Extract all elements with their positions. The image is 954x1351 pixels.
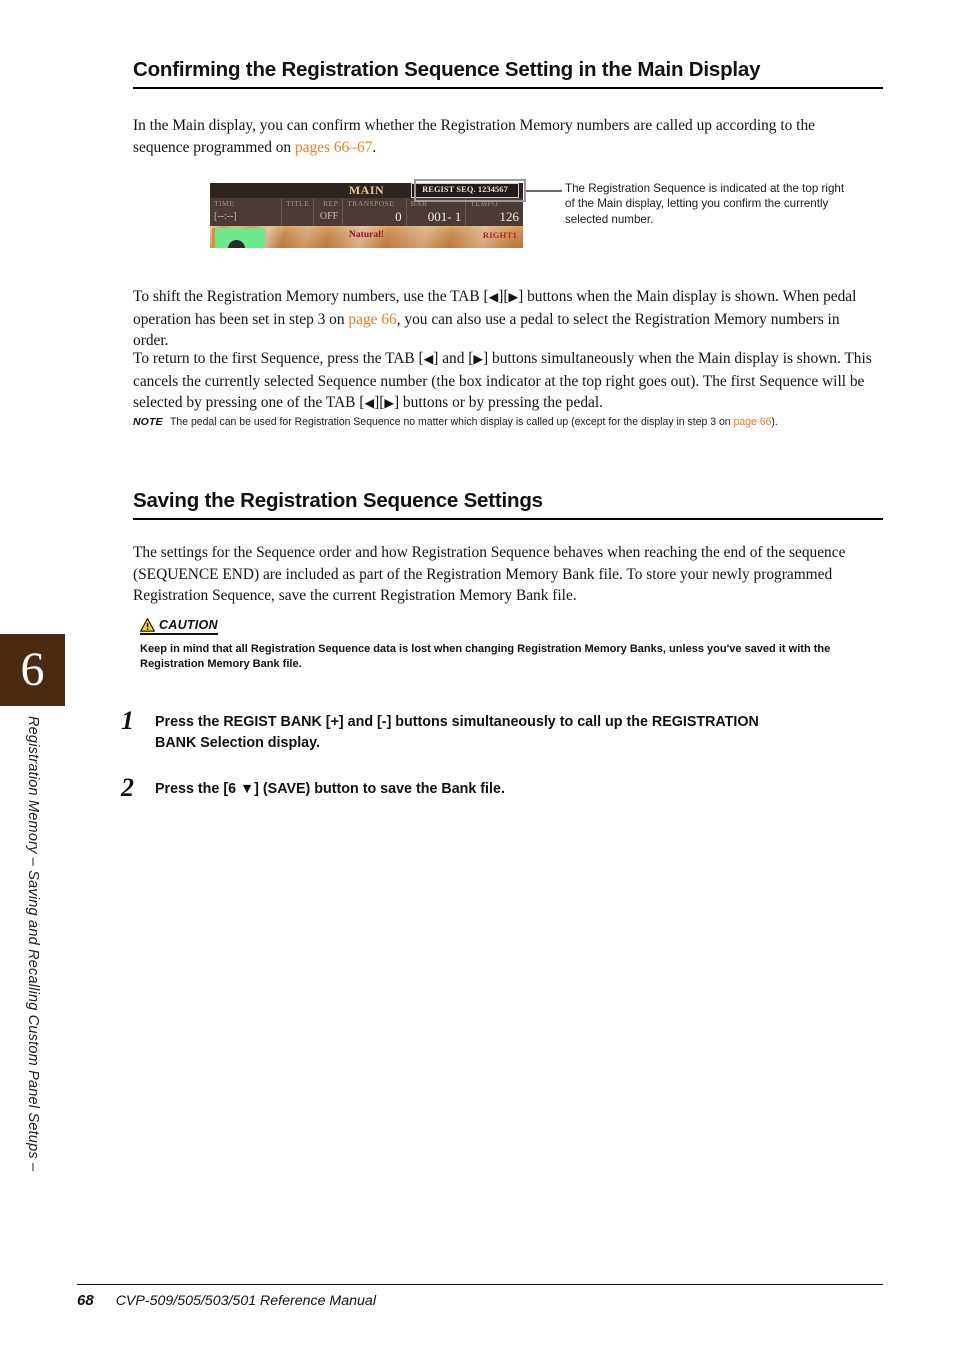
page-66-link-shift[interactable]: page 66 [348,311,396,328]
page-66-link-note[interactable]: page 66 [733,416,771,428]
section-2-heading-wrap: Saving the Registration Sequence Setting… [133,489,883,520]
section-1-heading-wrap: Confirming the Registration Sequence Set… [133,58,883,89]
caution-label: CAUTION [159,618,218,632]
return-text-4: ][ [374,394,385,411]
chapter-title-vertical: Registration Memory – Saving and Recalli… [0,716,65,1276]
caution-header: CAUTION [140,618,218,635]
lcd-value-bar: 001- 1 [427,209,462,224]
page-footer: 68 CVP-509/505/503/501 Reference Manual [77,1292,883,1309]
note-text: The pedal can be used for Registration S… [170,415,778,429]
note-row: NOTE The pedal can be used for Registrat… [133,415,873,429]
chapter-title-text: Registration Memory – Saving and Recalli… [24,716,41,1172]
return-text-2: ] and [ [433,350,474,367]
lcd-label-bar: BAR [410,199,428,208]
lcd-title-bar: MAIN REGIST SEQ. 1234567 [210,183,523,198]
step-1-text: Press the REGIST BANK [+] and [-] button… [155,714,759,751]
caution-text: Keep in mind that all Registration Seque… [140,643,831,670]
lcd-cell-time: TIME [--:--] [210,198,281,226]
lcd-cell-title: TITLE [281,198,313,226]
callout-leader-line [526,190,562,192]
lcd-value-transpose: 0 [395,209,402,224]
lcd-voice-area: Natural! RIGHT1 [210,226,523,248]
tab-right-arrow-icon: ▶ [384,396,394,410]
lcd-cell-bar: BAR 001- 1 [405,198,466,226]
footer-page-number: 68 [77,1292,94,1309]
paragraph-return-first-sequence: To return to the first Sequence, press t… [133,348,878,415]
footer-divider [77,1284,883,1286]
lcd-cell-tempo: TEMPO 126 [465,198,523,226]
lcd-cell-rep: REP OFF [313,198,342,226]
lcd-label-transpose: TRANSPOSE [347,199,395,208]
callout-text: The Registration Sequence is indicated a… [565,182,845,226]
warning-triangle-icon [140,618,155,632]
lcd-label-title: TITLE [286,199,310,208]
step-2-text: Press the [6 ▼] (SAVE) button to save th… [155,781,505,797]
pages-66-67-link[interactable]: pages 66–67 [295,139,372,156]
paragraph-saving: The settings for the Sequence order and … [133,544,846,604]
lcd-screenshot: MAIN REGIST SEQ. 1234567 TIME [--:--] TI… [210,183,523,248]
lcd-voice-name: Natural! [348,229,385,240]
note-label: NOTE [133,416,163,428]
return-text-5: ] buttons or by pressing the pedal. [393,394,603,411]
lcd-info-bar: TIME [--:--] TITLE REP OFF TRANSPOSE 0 B… [210,198,523,226]
tab-left-arrow-icon: ◀ [423,352,434,366]
footer-manual-title: CVP-509/505/503/501 Reference Manual [115,1293,376,1309]
main-display-figure: MAIN REGIST SEQ. 1234567 TIME [--:--] TI… [210,179,880,255]
lcd-label-time: TIME [214,199,235,208]
intro-text-part-1: In the Main display, you can confirm whe… [133,117,815,156]
lcd-value-time: [--:--] [214,211,237,222]
lcd-label-rep: REP [323,199,339,208]
note-text-2: ). [770,416,778,428]
step-2-number: 2 [121,773,134,802]
chapter-number: 6 [20,643,45,696]
shift-text-1: To shift the Registration Memory numbers… [133,288,489,305]
return-text-1: To return to the first Sequence, press t… [133,350,424,367]
lcd-label-tempo: TEMPO [470,199,499,208]
shift-mid: ][ [498,288,509,305]
tab-left-arrow-icon: ◀ [364,396,375,410]
lcd-cell-transpose: TRANSPOSE 0 [342,198,405,226]
regist-seq-text: REGIST SEQ. 1234567 [422,185,508,194]
step-2: 2 Press the [6 ▼] (SAVE) button to save … [117,775,817,801]
step-1-number: 1 [121,706,134,735]
regist-seq-indicator: REGIST SEQ. 1234567 [411,183,519,198]
lcd-value-rep: OFF [319,211,339,222]
lcd-part-name: RIGHT1 [482,230,517,240]
intro-text-part-2: . [372,138,377,156]
tab-right-arrow-icon: ▶ [508,290,519,304]
caution-block: CAUTION Keep in mind that all Registrati… [140,618,875,671]
tab-right-arrow-icon: ▶ [473,352,484,366]
section-2-heading: Saving the Registration Sequence Setting… [133,489,883,520]
lcd-value-tempo: 126 [499,209,520,224]
note-text-1: The pedal can be used for Registration S… [169,416,734,428]
paragraph-shift-numbers: To shift the Registration Memory numbers… [133,286,873,352]
step-1: 1 Press the REGIST BANK [+] and [-] butt… [117,708,817,754]
chapter-tab: 6 [0,634,65,706]
intro-paragraph: In the Main display, you can confirm whe… [133,115,873,158]
tab-left-arrow-icon: ◀ [488,290,499,304]
section-1-heading: Confirming the Registration Sequence Set… [133,58,883,89]
